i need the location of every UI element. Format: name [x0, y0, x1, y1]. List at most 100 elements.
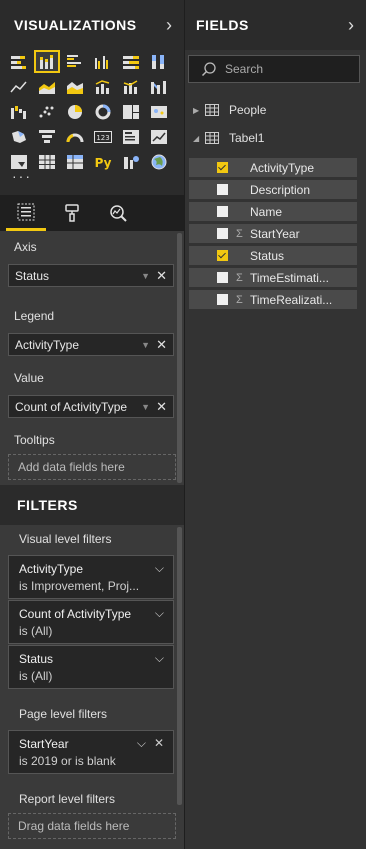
funnel-icon[interactable]	[36, 127, 58, 146]
globe-icon[interactable]	[148, 152, 170, 171]
report-filters-drop-zone[interactable]: Drag data fields here	[8, 813, 176, 839]
remove-field-icon[interactable]: ✕	[156, 337, 167, 353]
remove-filter-icon[interactable]: ✕	[154, 736, 164, 751]
kpi-icon[interactable]	[148, 127, 170, 146]
multi-row-card-icon[interactable]	[120, 127, 142, 146]
page-level-filters-label: Page level filters	[19, 707, 108, 721]
collapse-visualizations-icon[interactable]: ›	[166, 15, 172, 36]
chevron-down-icon[interactable]: ▼	[141, 340, 150, 350]
waterfall-icon[interactable]	[8, 102, 30, 121]
format-tab-icon[interactable]	[52, 195, 92, 231]
table-name: Tabel1	[229, 131, 265, 145]
area-chart-icon[interactable]	[36, 77, 58, 96]
field-timerealization[interactable]: Σ TimeRealizati...	[189, 290, 357, 309]
field-description[interactable]: Description	[189, 180, 357, 199]
100-stacked-bar-icon[interactable]	[120, 52, 142, 71]
fields-tab-icon[interactable]	[6, 195, 46, 231]
field-name: TimeEstimati...	[250, 270, 329, 285]
field-activitytype[interactable]: ActivityType	[189, 158, 357, 177]
field-checkbox[interactable]	[217, 184, 228, 195]
ribbon-chart-icon[interactable]	[148, 77, 170, 96]
wells-scrollbar[interactable]	[177, 233, 182, 483]
gauge-icon[interactable]	[64, 127, 86, 146]
collapse-fields-icon[interactable]: ›	[348, 15, 354, 36]
collapse-icon[interactable]: ◢	[193, 134, 205, 143]
chevron-down-icon[interactable]: ⌵	[155, 651, 164, 666]
remove-field-icon[interactable]: ✕	[156, 268, 167, 284]
value-field-chip[interactable]: Count of ActivityType ▼ ✕	[8, 395, 174, 418]
field-name: StartYear	[250, 226, 300, 241]
legend-label: Legend	[14, 309, 55, 323]
field-name: ActivityType	[250, 160, 315, 175]
field-startyear[interactable]: Σ StartYear	[189, 224, 357, 243]
filters-header: FILTERS	[0, 485, 184, 525]
value-label: Value	[14, 371, 44, 385]
filters-title: FILTERS	[17, 497, 78, 513]
expand-icon[interactable]: ▶	[193, 106, 205, 115]
field-checkbox[interactable]	[217, 206, 228, 217]
filled-map-icon[interactable]	[8, 127, 30, 146]
field-checkbox[interactable]	[217, 228, 228, 239]
field-name[interactable]: Name	[189, 202, 357, 221]
search-input[interactable]: Search	[188, 55, 360, 83]
clustered-column-icon[interactable]	[92, 52, 114, 71]
clustered-bar-icon[interactable]	[64, 52, 86, 71]
filter-value: is 2019 or is blank	[19, 754, 116, 768]
map-icon[interactable]	[148, 102, 170, 121]
treemap-icon[interactable]	[120, 102, 142, 121]
chevron-down-icon[interactable]: ⌵	[137, 736, 146, 751]
table-people[interactable]: ▶ People	[193, 99, 266, 121]
python-visual-icon[interactable]: Py	[92, 152, 114, 171]
filter-value: is Improvement, Proj...	[19, 579, 140, 593]
field-name: Status	[250, 248, 285, 263]
pie-icon[interactable]	[64, 102, 86, 121]
filter-name: ActivityType	[19, 562, 84, 576]
remove-field-icon[interactable]: ✕	[156, 399, 167, 415]
fields-title: FIELDS	[196, 17, 249, 33]
scatter-icon[interactable]	[36, 102, 58, 121]
viz-tabs	[0, 195, 184, 231]
table-icon	[205, 104, 219, 116]
report-level-filters-label: Report level filters	[19, 792, 116, 806]
legend-field-chip[interactable]: ActivityType ▼ ✕	[8, 333, 174, 356]
matrix-icon[interactable]	[64, 152, 86, 171]
field-checkbox[interactable]	[217, 294, 228, 305]
filters-panel: Visual level filters ActivityType is Imp…	[0, 525, 184, 849]
field-timeestimation[interactable]: Σ TimeEstimati...	[189, 268, 357, 287]
chevron-down-icon[interactable]: ⌵	[155, 606, 164, 621]
legend-field-name: ActivityType	[15, 337, 80, 352]
table-tabel1[interactable]: ◢ Tabel1	[193, 127, 264, 149]
tooltips-drop-zone[interactable]: Add data fields here	[8, 454, 176, 480]
100-stacked-column-icon[interactable]	[148, 52, 170, 71]
table-icon[interactable]	[36, 152, 58, 171]
filter-value: is (All)	[19, 624, 53, 638]
field-status[interactable]: Status	[189, 246, 357, 265]
filter-card-count[interactable]: Count of ActivityType is (All) ⌵	[8, 600, 174, 644]
axis-field-chip[interactable]: Status ▼ ✕	[8, 264, 174, 287]
filter-card-status[interactable]: Status is (All) ⌵	[8, 645, 174, 689]
visualizations-header: VISUALIZATIONS ›	[0, 0, 184, 50]
visual-gallery: 123 Py ···	[0, 50, 184, 195]
field-checkbox[interactable]	[217, 272, 228, 283]
chevron-down-icon[interactable]: ▼	[141, 402, 150, 412]
filters-scrollbar[interactable]	[177, 527, 182, 805]
analytics-tab-icon[interactable]	[98, 195, 138, 231]
line-stacked-column-icon[interactable]	[120, 77, 142, 96]
filter-card-startyear[interactable]: StartYear is 2019 or is blank ⌵ ✕	[8, 730, 174, 774]
more-visuals-icon[interactable]: ···	[12, 168, 32, 184]
stacked-column-icon[interactable]	[34, 50, 60, 73]
line-column-icon[interactable]	[92, 77, 114, 96]
axis-label: Axis	[14, 240, 37, 254]
field-checkbox[interactable]	[217, 250, 228, 261]
donut-icon[interactable]	[92, 102, 114, 121]
field-checkbox[interactable]	[217, 162, 228, 173]
card-icon[interactable]: 123	[92, 127, 114, 146]
r-visual-icon[interactable]	[120, 152, 142, 171]
chevron-down-icon[interactable]: ▼	[141, 271, 150, 281]
filter-value: is (All)	[19, 669, 53, 683]
filter-card-activitytype[interactable]: ActivityType is Improvement, Proj... ⌵	[8, 555, 174, 599]
stacked-bar-icon[interactable]	[8, 52, 30, 71]
chevron-down-icon[interactable]: ⌵	[155, 561, 164, 576]
stacked-area-icon[interactable]	[64, 77, 86, 96]
line-chart-icon[interactable]	[8, 77, 30, 96]
